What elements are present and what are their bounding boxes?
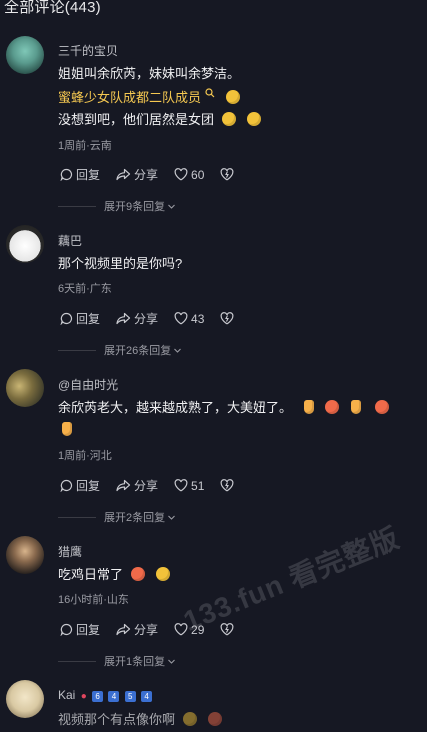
- comment-username[interactable]: Kai ● 6 4 5 4: [58, 688, 153, 702]
- dislike-icon: [220, 168, 234, 181]
- reply-icon: [60, 479, 73, 492]
- comment-text: [58, 418, 72, 442]
- like-button[interactable]: 60: [174, 168, 204, 182]
- blush-emoji-icon: [374, 400, 389, 414]
- lips-icon: ●: [80, 691, 87, 702]
- comment-username[interactable]: 藕巴: [58, 232, 82, 249]
- like-button[interactable]: 43: [174, 312, 204, 326]
- avatar[interactable]: [6, 369, 44, 407]
- comment-meta: 6天前·广东: [58, 283, 112, 295]
- reply-icon: [60, 312, 73, 325]
- share-button[interactable]: 分享: [116, 621, 158, 638]
- comment-text: 蜜蜂少女队成都二队成员: [58, 86, 241, 110]
- expand-replies-button[interactable]: 展开1条回复: [58, 653, 298, 669]
- comment-text: 没想到吧，他们居然是女团: [58, 108, 262, 132]
- dislike-button[interactable]: [220, 168, 237, 181]
- comment-text-line: 吃鸡日常了: [58, 567, 124, 582]
- share-icon: [116, 168, 131, 181]
- comment-meta: 16小时前·山东: [58, 594, 129, 606]
- avatar[interactable]: [6, 680, 44, 718]
- divider: [58, 205, 96, 207]
- comment-meta: 1周前·河北: [58, 450, 112, 462]
- chevron-down-icon: [174, 348, 182, 353]
- dislike-icon: [220, 312, 234, 325]
- share-button[interactable]: 分享: [116, 166, 158, 183]
- avatar[interactable]: [6, 536, 44, 574]
- search-link[interactable]: 蜜蜂少女队成都二队成员: [58, 90, 201, 105]
- comment-text-line: 余欣芮老大，越来越成熟了，大美妞了。: [58, 400, 293, 415]
- dizzy-emoji-icon: [156, 567, 171, 581]
- chevron-down-icon: [168, 515, 176, 520]
- comment-username[interactable]: 猎鹰: [58, 543, 82, 560]
- reply-icon: [60, 623, 73, 636]
- reply-icon: [60, 168, 73, 181]
- finger-emoji-icon: [350, 400, 361, 414]
- dislike-button[interactable]: [220, 312, 237, 325]
- dislike-icon: [220, 479, 234, 492]
- chevron-down-icon: [168, 659, 176, 664]
- grin-emoji-icon: [226, 90, 241, 104]
- comment-meta: 1周前·云南: [58, 140, 112, 152]
- comment-text-line: 那个视频里的是你吗?: [58, 256, 183, 271]
- expand-replies-button[interactable]: 展开26条回复: [58, 342, 298, 358]
- comment-actions: 回复 分享 43: [60, 310, 253, 327]
- share-button[interactable]: 分享: [116, 310, 158, 327]
- comment-username[interactable]: 三千的宝贝: [58, 42, 118, 59]
- comment-text-line: 没想到吧，他们居然是女团: [58, 112, 215, 127]
- blush-emoji-icon: [325, 400, 340, 414]
- comment-text: 姐姐叫余欣芮，妹妹叫余梦洁。: [58, 62, 240, 86]
- finger-emoji-icon: [62, 422, 72, 436]
- share-icon: [116, 623, 131, 636]
- comment-actions: 回复 分享 51: [60, 477, 253, 494]
- emoji-icon: [182, 712, 197, 726]
- search-icon[interactable]: [205, 88, 215, 98]
- heart-eyes-emoji-icon: [130, 567, 145, 581]
- share-button[interactable]: 分享: [116, 477, 158, 494]
- reply-button[interactable]: 回复: [60, 310, 100, 327]
- heart-icon: [174, 312, 188, 325]
- dislike-button[interactable]: [220, 479, 237, 492]
- divider: [58, 349, 96, 351]
- like-button[interactable]: 51: [174, 479, 204, 493]
- level-badge: 4: [108, 691, 120, 702]
- comment-text: 视频那个有点像你啊: [58, 708, 223, 732]
- comment-text: 吃鸡日常了: [58, 563, 171, 587]
- watermark: 133.fun 看完整版: [179, 521, 404, 637]
- expand-replies-button[interactable]: 展开2条回复: [58, 509, 298, 525]
- expand-replies-button[interactable]: 展开9条回复: [58, 198, 298, 214]
- divider: [58, 516, 96, 518]
- reply-button[interactable]: 回复: [60, 621, 100, 638]
- comments-header: 全部评论(443): [4, 0, 101, 16]
- comment-text: 那个视频里的是你吗?: [58, 252, 182, 276]
- share-icon: [116, 312, 131, 325]
- comment-text-line: 视频那个有点像你啊: [58, 712, 176, 727]
- laugh-emoji-icon: [221, 112, 236, 126]
- comment-username[interactable]: @自由时光: [58, 376, 118, 393]
- heart-icon: [174, 479, 188, 492]
- level-badge: 6: [92, 691, 104, 702]
- finger-emoji-icon: [303, 400, 314, 414]
- laugh-emoji-icon: [247, 112, 262, 126]
- avatar[interactable]: [6, 36, 44, 74]
- reply-button[interactable]: 回复: [60, 477, 100, 494]
- comment-text-line: 姐姐叫余欣芮，妹妹叫余梦洁。: [58, 66, 241, 81]
- chevron-down-icon: [168, 204, 176, 209]
- reply-button[interactable]: 回复: [60, 166, 100, 183]
- comment-text: 余欣芮老大，越来越成熟了，大美妞了。: [58, 396, 389, 420]
- avatar[interactable]: [6, 225, 44, 263]
- divider: [58, 660, 96, 662]
- comment-actions: 回复 分享 60: [60, 166, 253, 183]
- level-badge: 4: [141, 691, 153, 702]
- emoji-icon: [208, 712, 223, 726]
- share-icon: [116, 479, 131, 492]
- heart-icon: [174, 168, 188, 181]
- level-badge: 5: [124, 691, 136, 702]
